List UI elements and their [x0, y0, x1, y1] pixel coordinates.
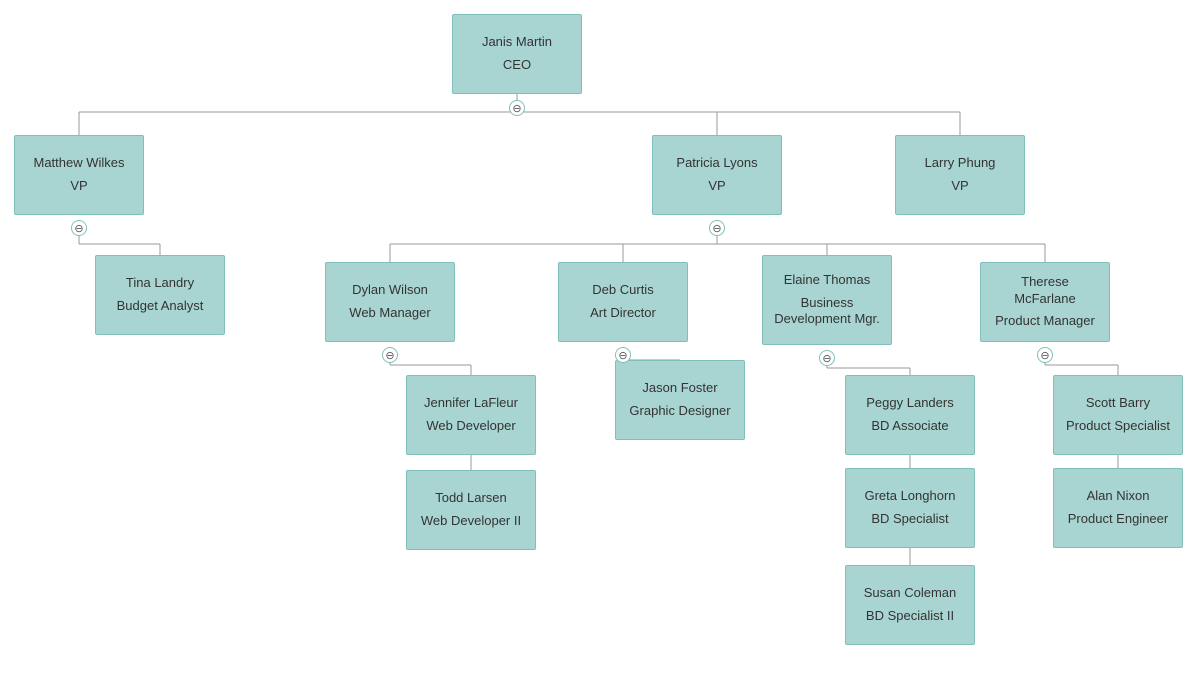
node-scott-name: Scott Barry: [1086, 395, 1150, 412]
node-patricia[interactable]: Patricia Lyons VP: [652, 135, 782, 215]
node-therese-title: Product Manager: [995, 313, 1095, 330]
node-deb-name: Deb Curtis: [592, 282, 653, 299]
collapse-patricia[interactable]: ⊖: [709, 220, 725, 236]
node-deb-title: Art Director: [590, 305, 656, 322]
node-jason-name: Jason Foster: [642, 380, 717, 397]
collapse-deb[interactable]: ⊖: [615, 347, 631, 363]
node-jason-title: Graphic Designer: [629, 403, 730, 420]
node-matthew[interactable]: Matthew Wilkes VP: [14, 135, 144, 215]
node-susan[interactable]: Susan Coleman BD Specialist II: [845, 565, 975, 645]
node-greta[interactable]: Greta Longhorn BD Specialist: [845, 468, 975, 548]
node-elaine-name: Elaine Thomas: [784, 272, 870, 289]
node-patricia-name: Patricia Lyons: [676, 155, 757, 172]
collapse-therese[interactable]: ⊖: [1037, 347, 1053, 363]
node-peggy-title: BD Associate: [871, 418, 948, 435]
node-susan-name: Susan Coleman: [864, 585, 957, 602]
collapse-matthew[interactable]: ⊖: [71, 220, 87, 236]
node-matthew-name: Matthew Wilkes: [33, 155, 124, 172]
org-chart: Janis Martin CEO ⊖ Matthew Wilkes VP ⊖ P…: [0, 0, 1204, 700]
node-alan[interactable]: Alan Nixon Product Engineer: [1053, 468, 1183, 548]
node-janis-name: Janis Martin: [482, 34, 552, 51]
node-deb[interactable]: Deb Curtis Art Director: [558, 262, 688, 342]
collapse-dylan[interactable]: ⊖: [382, 347, 398, 363]
collapse-elaine[interactable]: ⊖: [819, 350, 835, 366]
node-alan-name: Alan Nixon: [1087, 488, 1150, 505]
node-elaine-title: Business Development Mgr.: [771, 295, 883, 329]
node-jennifer-title: Web Developer: [426, 418, 515, 435]
node-tina-title: Budget Analyst: [117, 298, 204, 315]
node-jason[interactable]: Jason Foster Graphic Designer: [615, 360, 745, 440]
node-peggy[interactable]: Peggy Landers BD Associate: [845, 375, 975, 455]
node-dylan[interactable]: Dylan Wilson Web Manager: [325, 262, 455, 342]
node-janis[interactable]: Janis Martin CEO: [452, 14, 582, 94]
node-jennifer[interactable]: Jennifer LaFleur Web Developer: [406, 375, 536, 455]
node-todd-title: Web Developer II: [421, 513, 521, 530]
node-todd-name: Todd Larsen: [435, 490, 507, 507]
collapse-janis[interactable]: ⊖: [509, 100, 525, 116]
node-peggy-name: Peggy Landers: [866, 395, 953, 412]
node-dylan-name: Dylan Wilson: [352, 282, 428, 299]
node-therese-name: Therese McFarlane: [989, 274, 1101, 308]
connector-lines: [0, 0, 1204, 700]
node-matthew-title: VP: [70, 178, 87, 195]
node-therese[interactable]: Therese McFarlane Product Manager: [980, 262, 1110, 342]
node-patricia-title: VP: [708, 178, 725, 195]
node-janis-title: CEO: [503, 57, 531, 74]
node-susan-title: BD Specialist II: [866, 608, 954, 625]
node-elaine[interactable]: Elaine Thomas Business Development Mgr.: [762, 255, 892, 345]
node-tina-name: Tina Landry: [126, 275, 194, 292]
node-larry-name: Larry Phung: [925, 155, 996, 172]
node-todd[interactable]: Todd Larsen Web Developer II: [406, 470, 536, 550]
node-greta-title: BD Specialist: [871, 511, 948, 528]
node-jennifer-name: Jennifer LaFleur: [424, 395, 518, 412]
node-scott[interactable]: Scott Barry Product Specialist: [1053, 375, 1183, 455]
node-tina[interactable]: Tina Landry Budget Analyst: [95, 255, 225, 335]
node-alan-title: Product Engineer: [1068, 511, 1168, 528]
node-scott-title: Product Specialist: [1066, 418, 1170, 435]
node-dylan-title: Web Manager: [349, 305, 430, 322]
node-larry-title: VP: [951, 178, 968, 195]
node-larry[interactable]: Larry Phung VP: [895, 135, 1025, 215]
node-greta-name: Greta Longhorn: [864, 488, 955, 505]
